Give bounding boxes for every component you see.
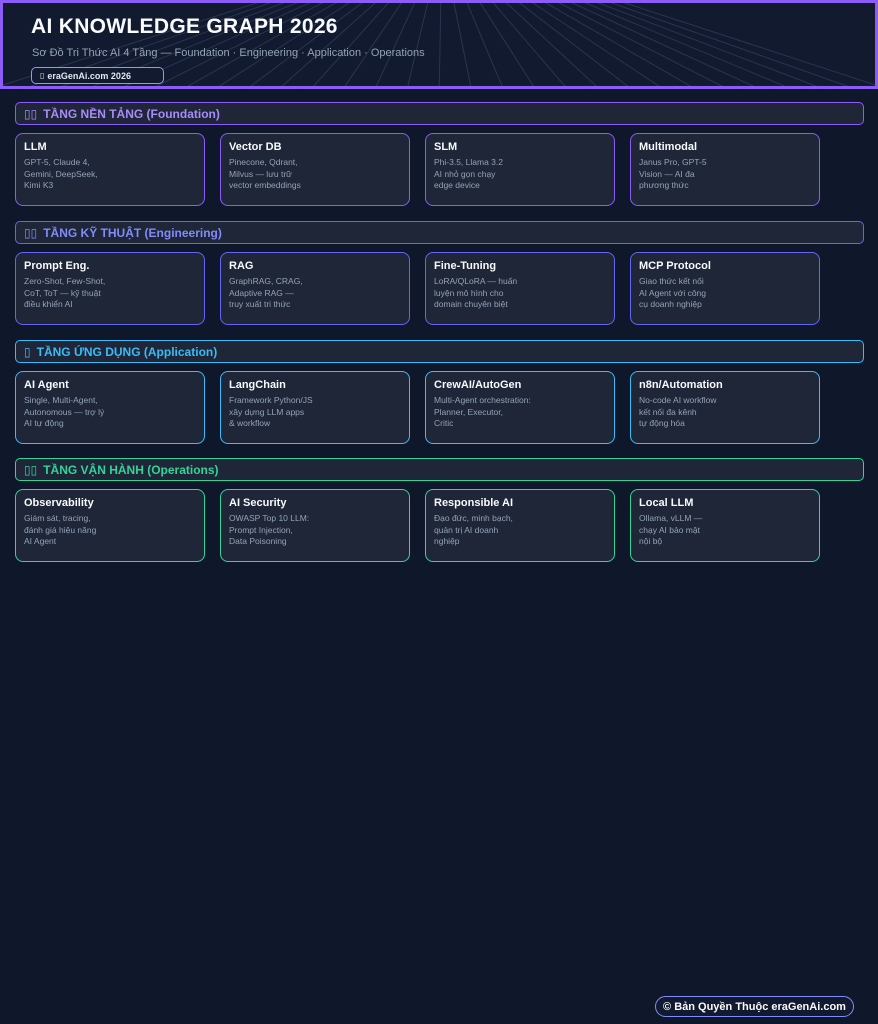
card-vector-db[interactable]: Vector DB Pinecone, Qdrant, Milvus — lưu… [220,133,410,206]
tier-title: TẦNG KỸ THUẬT (Engineering) [43,225,222,240]
header-ray-line [375,3,416,86]
card-description: Giao thức kết nối AI Agent với công cụ d… [639,276,707,309]
card-multimodal[interactable]: Multimodal Janus Pro, GPT-5 Vision — AI … [630,133,820,206]
header-ray-line [492,3,566,86]
badge-text: eraGenAi.com 2026 [47,70,131,81]
header-banner: AI KNOWLEDGE GRAPH 2026 Sơ Đồ Tri Thức A… [0,0,878,89]
card-fine-tuning[interactable]: Fine-Tuning LoRA/QLoRA — huấn luyện mô h… [425,252,615,325]
card-description: Framework Python/JS xây dựng LLM apps & … [229,395,313,428]
card-n8n-automation[interactable]: n8n/Automation No-code AI workflow kết n… [630,371,820,444]
card-title: Local LLM [639,497,694,509]
card-title: CrewAI/AutoGen [434,379,522,391]
tier-title: TẦNG ỨNG DỤNG (Application) [36,344,218,359]
card-title: Responsible AI [434,497,514,509]
card-local-llm[interactable]: Local LLM Ollama, vLLM — chạy AI bảo mật… [630,489,820,562]
card-title: SLM [434,141,458,153]
card-description: Ollama, vLLM — chạy AI bảo mật nội bộ [639,513,703,546]
header-ray-line [453,3,472,86]
tier-application-label: ▯ TẦNG ỨNG DỤNG (Application) [15,340,864,363]
page-title: AI KNOWLEDGE GRAPH 2026 [31,15,338,38]
card-title: AI Security [229,497,287,509]
card-title: Fine-Tuning [434,260,497,272]
card-description: Multi-Agent orchestration: Planner, Exec… [434,395,531,428]
card-description: Đạo đức, minh bạch, quản trị AI doanh ng… [434,513,513,546]
card-crewai-autogen[interactable]: CrewAI/AutoGen Multi-Agent orchestration… [425,371,615,444]
brand-badge[interactable]: ▯ eraGenAi.com 2026 [31,67,164,84]
card-title: RAG [229,260,254,272]
tier-icon: ▯▯ [24,225,38,240]
copyright-badge[interactable]: © Bản Quyền Thuộc eraGenAi.com [655,996,854,1017]
header-ray-line [466,3,503,86]
card-description: Phi-3.5, Llama 3.2 AI nhỏ gọn chạy edge … [434,157,503,190]
header-ray-line [344,3,402,86]
card-description: OWASP Top 10 LLM: Prompt Injection, Data… [229,513,310,546]
header-ray-line [545,3,692,86]
card-description: GPT-5, Claude 4, Gemini, DeepSeek, Kimi … [24,157,98,190]
card-title: Multimodal [639,141,698,153]
card-description: Zero-Shot, Few-Shot, CoT, ToT — kỹ thuật… [24,276,106,309]
header-ray-line [571,3,755,86]
tier-foundation-label: ▯▯ TẦNG NỀN TẢNG (Foundation) [15,102,864,125]
card-title: LangChain [229,379,286,391]
card-responsible-ai[interactable]: Responsible AI Đạo đức, minh bạch, quản … [425,489,615,562]
card-title: LLM [24,141,47,153]
badge-icon: ▯ [40,71,45,80]
card-title: MCP Protocol [639,260,711,272]
tier-title: TẦNG NỀN TẢNG (Foundation) [43,106,220,121]
header-ray-line [438,3,442,86]
card-rag[interactable]: RAG GraphRAG, CRAG, Adaptive RAG — truy … [220,252,410,325]
card-title: Vector DB [229,141,282,153]
card-observability[interactable]: Observability Giám sát, tracing, đánh gi… [15,489,205,562]
card-title: Observability [24,497,94,509]
card-description: Janus Pro, GPT-5 Vision — AI đa phương t… [639,157,707,190]
tier-engineering-label: ▯▯ TẦNG KỸ THUẬT (Engineering) [15,221,864,244]
card-ai-agent[interactable]: AI Agent Single, Multi-Agent, Autonomous… [15,371,205,444]
card-description: LoRA/QLoRA — huấn luyện mô hình cho doma… [434,276,518,309]
card-description: Single, Multi-Agent, Autonomous — trợ lý… [24,395,105,428]
card-title: n8n/Automation [639,379,723,391]
card-description: GraphRAG, CRAG, Adaptive RAG — truy xuất… [229,276,303,309]
card-langchain[interactable]: LangChain Framework Python/JS xây dựng L… [220,371,410,444]
tier-icon: ▯ [24,344,31,359]
card-ai-security[interactable]: AI Security OWASP Top 10 LLM: Prompt Inj… [220,489,410,562]
header-ray-line [532,3,660,86]
card-description: Giám sát, tracing, đánh giá hiệu năng AI… [24,513,97,546]
card-title: Prompt Eng. [24,260,90,272]
header-ray-line [558,3,723,86]
card-description: No-code AI workflow kết nối đa kênh tự đ… [639,395,717,428]
card-slm[interactable]: SLM Phi-3.5, Llama 3.2 AI nhỏ gọn chạy e… [425,133,615,206]
tier-icon: ▯▯ [24,106,38,121]
card-prompt-eng[interactable]: Prompt Eng. Zero-Shot, Few-Shot, CoT, To… [15,252,205,325]
card-llm[interactable]: LLM GPT-5, Claude 4, Gemini, DeepSeek, K… [15,133,205,206]
tier-operations-label: ▯▯ TẦNG VẬN HÀNH (Operations) [15,458,864,481]
header-ray-line [407,3,429,86]
card-mcp-protocol[interactable]: MCP Protocol Giao thức kết nối AI Agent … [630,252,820,325]
tier-icon: ▯▯ [24,462,38,477]
page-subtitle: Sơ Đồ Tri Thức AI 4 Tầng — Foundation · … [32,47,425,59]
tier-title: TẦNG VẬN HÀNH (Operations) [43,462,219,477]
card-description: Pinecone, Qdrant, Milvus — lưu trữ vecto… [229,157,301,190]
card-title: AI Agent [24,379,69,391]
